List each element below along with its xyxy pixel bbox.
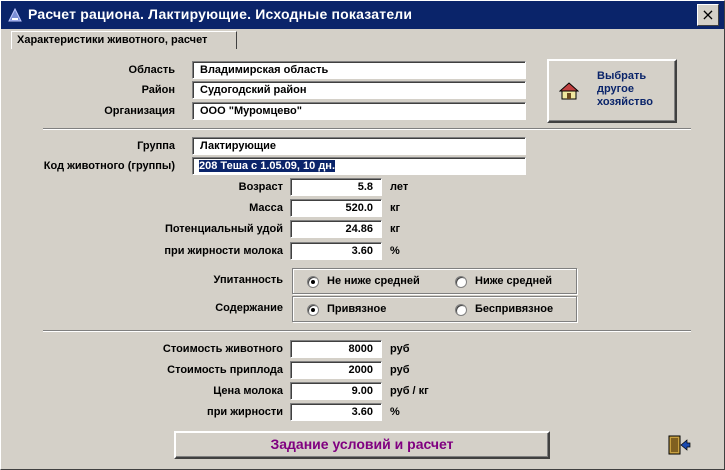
milk-fat-label: при жирности молока bbox=[164, 245, 283, 257]
condition-radio-group: Не ниже средней Ниже средней bbox=[292, 268, 577, 294]
potential-yield-label: Потенциальный удой bbox=[164, 223, 283, 235]
price-fat-field[interactable]: 3.60 bbox=[290, 403, 382, 421]
housing-loose-label[interactable]: Беспривязное bbox=[475, 303, 553, 315]
condition-label: Упитанность bbox=[213, 274, 283, 286]
animal-cost-field[interactable]: 8000 bbox=[290, 340, 382, 358]
condition-below-label[interactable]: Ниже средней bbox=[475, 275, 552, 287]
condition-below-radio[interactable] bbox=[455, 276, 467, 288]
window-title: Расчет рациона. Лактирующие. Исходные по… bbox=[28, 6, 413, 22]
calculate-button-label: Задание условий и расчет bbox=[270, 436, 454, 452]
organization-label: Организация bbox=[104, 105, 175, 117]
milk-price-label: Цена молока bbox=[213, 385, 283, 397]
tab-animal-characteristics[interactable]: Характеристики животного, расчет bbox=[11, 31, 237, 49]
offspring-cost-field[interactable]: 2000 bbox=[290, 361, 382, 379]
price-fat-label: при жирности bbox=[207, 406, 283, 418]
mass-label: Масса bbox=[249, 202, 283, 214]
animal-code-field[interactable]: 208 Теша с 1.05.09, 10 дн. bbox=[192, 157, 526, 175]
calculate-button[interactable]: Задание условий и расчет bbox=[174, 431, 550, 459]
animal-cost-label: Стоимость животного bbox=[162, 343, 283, 355]
condition-not-below-radio[interactable] bbox=[307, 276, 319, 288]
housing-tied-label[interactable]: Привязное bbox=[327, 303, 386, 315]
age-field[interactable]: 5.8 bbox=[290, 178, 382, 196]
price-fat-unit: % bbox=[390, 406, 400, 418]
district-label: Район bbox=[141, 84, 175, 96]
offspring-cost-label: Стоимость приплода bbox=[167, 364, 283, 376]
animal-code-label: Код животного (группы) bbox=[43, 160, 175, 172]
housing-tied-radio[interactable] bbox=[307, 304, 319, 316]
app-icon bbox=[8, 7, 22, 22]
mass-field[interactable]: 520.0 bbox=[290, 199, 382, 217]
divider-top bbox=[43, 128, 691, 130]
district-field[interactable]: Судогодский район bbox=[192, 81, 526, 99]
animal-code-value: 208 Теша с 1.05.09, 10 дн. bbox=[199, 160, 336, 172]
housing-loose-radio[interactable] bbox=[455, 304, 467, 316]
group-label: Группа bbox=[137, 140, 175, 152]
potential-yield-unit: кг bbox=[390, 223, 401, 235]
exit-door-icon[interactable] bbox=[667, 434, 691, 456]
title-bar: Расчет рациона. Лактирующие. Исходные по… bbox=[1, 1, 724, 29]
condition-not-below-label[interactable]: Не ниже средней bbox=[327, 275, 420, 287]
potential-yield-field[interactable]: 24.86 bbox=[290, 220, 382, 238]
group-field[interactable]: Лактирующие bbox=[192, 137, 526, 155]
choose-farm-label: Выбрать другое хозяйство bbox=[597, 70, 653, 108]
milk-price-field[interactable]: 9.00 bbox=[290, 382, 382, 400]
milk-fat-field[interactable]: 3.60 bbox=[290, 242, 382, 260]
age-label: Возраст bbox=[238, 181, 283, 193]
housing-radio-group: Привязное Беспривязное bbox=[292, 296, 577, 322]
age-unit: лет bbox=[390, 181, 409, 193]
choose-farm-button[interactable]: Выбрать другое хозяйство bbox=[547, 59, 677, 123]
organization-field[interactable]: ООО "Муромцево" bbox=[192, 102, 526, 120]
region-field[interactable]: Владимирская область bbox=[192, 61, 526, 79]
mass-unit: кг bbox=[390, 202, 401, 214]
divider-bottom bbox=[43, 330, 691, 332]
animal-cost-unit: руб bbox=[390, 343, 410, 355]
region-label: Область bbox=[128, 64, 175, 76]
milk-fat-unit: % bbox=[390, 245, 400, 257]
housing-label: Содержание bbox=[215, 302, 283, 314]
offspring-cost-unit: руб bbox=[390, 364, 410, 376]
milk-price-unit: руб / кг bbox=[390, 385, 429, 397]
main-window: Расчет рациона. Лактирующие. Исходные по… bbox=[0, 0, 725, 470]
close-button[interactable]: × bbox=[697, 4, 719, 26]
house-icon bbox=[559, 82, 579, 100]
